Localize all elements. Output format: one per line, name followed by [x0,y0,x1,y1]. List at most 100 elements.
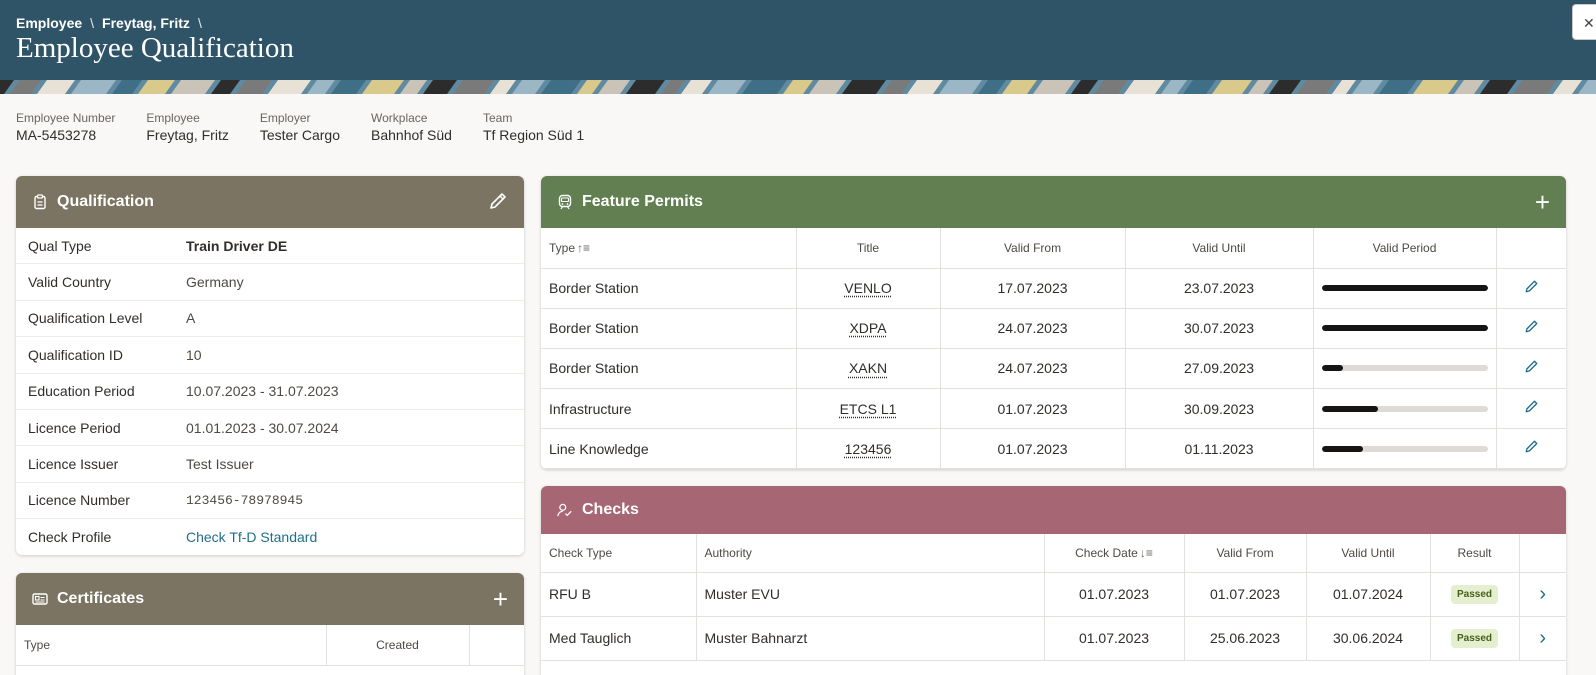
info-workplace: Workplace Bahnhof Süd [371,111,452,144]
cell-authority: Muster EVU [696,572,1045,617]
column-header-actions [469,625,524,666]
valid-period-fill [1321,285,1488,292]
permit-title: XDPA [849,320,887,337]
cell-type: Border Station [541,348,797,390]
cell-title: XAKN [796,348,941,390]
info-label: Employer [259,111,311,125]
valid-period-fill [1321,405,1378,412]
check-profile-link[interactable]: Check Tf-D Standard [186,529,317,545]
column-header-valid-period[interactable]: Valid Period [1313,228,1497,269]
table-row: Border Station XDPA 24.07.2023 30.07.202… [541,308,1566,349]
column-label: Check Date [1075,545,1138,560]
table-row[interactable]: Med Tauglich Muster Bahnarzt 01.07.2023 … [541,616,1566,661]
edit-row-button[interactable] [1524,400,1539,418]
table-row: Border Station VENLO 17.07.2023 23.07.20… [541,268,1566,309]
sort-descending-icon: ↓≡ [1139,545,1153,560]
close-drawer-button[interactable]: ✕ [1572,4,1596,40]
cell-valid-period [1313,428,1497,469]
field-label: Qualification Level [28,310,143,327]
column-header-valid-from[interactable]: Valid From [940,228,1126,269]
cell-type: Border Station [541,308,797,349]
cell-type: Line Knowledge [541,428,797,469]
column-label: Type [549,240,576,255]
column-header-type[interactable]: Type [16,625,327,666]
cell-actions [1496,428,1566,469]
permit-title: ETCS L1 [839,400,897,417]
cell-type: Border Station [541,268,797,309]
info-value: Tester Cargo [259,127,340,143]
table-row: Border Station XAKN 24.07.2023 27.09.202… [541,348,1566,390]
cell-valid-from: 01.07.2023 [940,388,1126,430]
add-feature-permit-button[interactable]: + [1535,189,1550,215]
valid-period-bar [1321,445,1488,452]
cell-valid-period [1313,308,1497,349]
info-value: MA-5453278 [16,127,97,143]
info-label: Employee [146,111,200,125]
pencil-icon [1525,400,1538,413]
cell-valid-from: 24.07.2023 [940,308,1126,349]
valid-period-fill [1321,325,1488,332]
field-label: Licence Number [28,492,130,509]
edit-row-button[interactable] [1524,280,1539,298]
table-row[interactable]: RFU B Muster EVU 01.07.2023 01.07.2023 0… [541,572,1566,617]
edit-row-button[interactable] [1524,320,1539,338]
field-value: Test Issuer [186,456,254,473]
edit-qualification-button[interactable] [488,189,508,215]
valid-period-fill [1321,365,1344,372]
breadcrumb-item-employee[interactable]: Employee [16,15,82,31]
column-header-valid-from[interactable]: Valid From [1184,534,1307,573]
checks-title: Checks [582,501,639,518]
column-header-valid-until[interactable]: Valid Until [1306,534,1431,573]
info-value: Freytag, Fritz [146,127,229,143]
chevron-right-icon[interactable]: › [1539,627,1546,649]
cell-type: Infrastructure [541,388,797,430]
cell-valid-from: 01.07.2023 [940,428,1126,469]
cell-valid-until: 30.06.2024 [1306,616,1431,661]
field-value: 10.07.2023 - 31.07.2023 [186,383,339,400]
breadcrumb-item-employee-name[interactable]: Freytag, Fritz [102,15,190,31]
qual-row-licence-issuer: Licence Issuer Test Issuer [16,446,524,483]
valid-period-bar [1321,365,1488,372]
pencil-icon [1525,280,1538,293]
column-header-authority[interactable]: Authority [696,534,1045,573]
feature-permits-title: Feature Permits [582,193,703,210]
qualification-header: Qualification [16,176,524,228]
table-header-row: Check Type Authority Check Date ↓≡ Valid … [541,534,1566,573]
valid-period-fill [1321,445,1363,452]
page-header: Employee \ Freytag, Fritz \ Employee Qua… [0,0,1596,94]
info-label: Team [482,111,513,125]
cell-check-date: 01.07.2023 [1044,572,1185,617]
cell-valid-period [1313,388,1497,430]
cell-actions [1496,348,1566,390]
field-label: Qualification ID [28,346,123,363]
column-header-valid-until[interactable]: Valid Until [1125,228,1314,269]
column-header-result[interactable]: Result [1430,534,1520,573]
column-header-check-date[interactable]: Check Date ↓≡ [1044,534,1185,573]
column-header-check-type[interactable]: Check Type [541,534,697,573]
field-label: Licence Period [28,419,121,436]
id-card-icon [32,591,48,607]
cell-check-date: 01.07.2023 [1044,616,1185,661]
pencil-icon [1525,360,1538,373]
add-certificate-button[interactable]: + [493,586,508,612]
chevron-right-icon[interactable]: › [1539,583,1546,605]
info-employee-number: Employee Number MA-5453278 [16,111,115,144]
qual-row-licence-period: Licence Period 01.01.2023 - 30.07.2024 [16,410,524,447]
column-header-title[interactable]: Title [796,228,941,269]
cell-valid-until: 30.07.2023 [1125,308,1314,349]
cell-actions: › [1519,616,1566,661]
user-check-icon [557,502,573,518]
breadcrumb: Employee \ Freytag, Fritz \ [16,15,202,31]
valid-period-bar [1321,405,1488,412]
field-label: Licence Issuer [28,456,119,473]
edit-row-button[interactable] [1524,440,1539,458]
edit-row-button[interactable] [1524,360,1539,378]
field-value: 10 [186,346,202,363]
breadcrumb-separator: \ [197,15,202,31]
column-header-type[interactable]: Type ↑≡ [541,228,797,269]
header-decorative-band [0,80,1596,94]
cell-check-type: RFU B [541,572,697,617]
valid-period-bar [1321,285,1488,292]
column-header-created[interactable]: Created [326,625,470,666]
cell-valid-from: 17.07.2023 [940,268,1126,309]
